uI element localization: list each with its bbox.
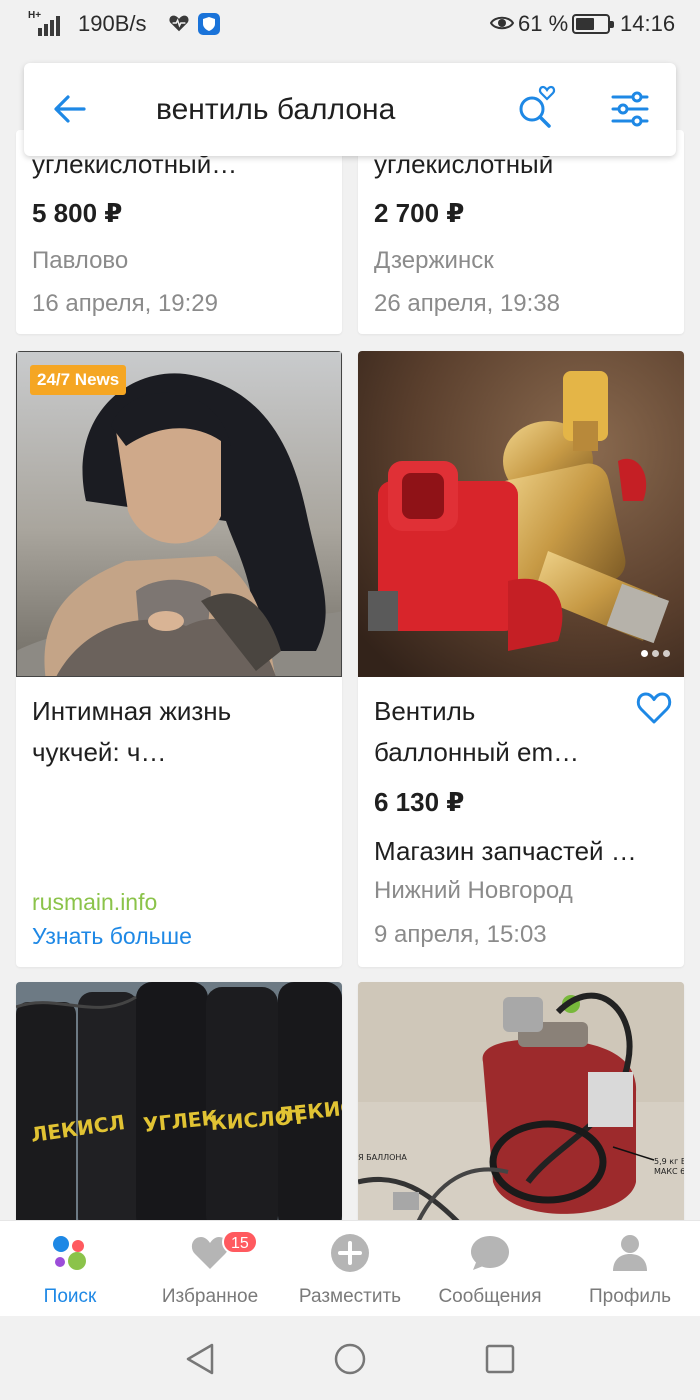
ad-domain: rusmain.info xyxy=(32,889,158,915)
search-input[interactable]: вентиль баллона xyxy=(156,93,395,127)
nav-search[interactable]: Поиск xyxy=(0,1221,140,1317)
listing-price: 6 130 ₽ xyxy=(374,787,465,817)
listing-date: 26 апреля, 19:38 xyxy=(374,290,560,317)
listing-date: 9 апреля, 15:03 xyxy=(374,921,547,948)
favorite-heart-icon[interactable] xyxy=(636,691,672,725)
listing-photo: Я БАЛЛОНА 5,9 кг Б МАКС 6 xyxy=(358,982,684,1232)
listing-photo: ЛЕКИСЛ УГЛЕК КИСЛОТ ЛЕКИСЛ xyxy=(16,982,342,1232)
back-arrow-icon[interactable] xyxy=(52,91,88,127)
battery-percent: 61 % xyxy=(518,11,569,36)
nav-messages[interactable]: Сообщения xyxy=(420,1221,560,1317)
ad-title-line2: чукчей: ч… xyxy=(32,737,167,767)
ad-photo xyxy=(16,351,342,677)
listing-seller: Магазин запчастей … xyxy=(374,836,637,866)
listing-title-line2: баллонный em… xyxy=(374,737,580,767)
save-search-icon[interactable] xyxy=(516,85,556,129)
battery-icon xyxy=(572,14,614,34)
system-home-icon[interactable] xyxy=(332,1341,368,1377)
listing-title-line1: Вентиль xyxy=(374,696,476,726)
svg-text:МАКС 6: МАКС 6 xyxy=(654,1167,684,1176)
listing-location: Нижний Новгород xyxy=(374,877,573,904)
network-speed: 190B/s xyxy=(78,11,147,36)
eye-icon xyxy=(490,16,514,30)
svg-text:5,9 кг Б: 5,9 кг Б xyxy=(654,1157,684,1166)
listing-price: 2 700 ₽ xyxy=(374,198,465,228)
filters-icon[interactable] xyxy=(610,91,650,127)
plus-circle-icon xyxy=(331,1234,369,1272)
chat-bubble-icon xyxy=(471,1236,509,1270)
status-bar: H+ 190B/s 61 % 14:16 xyxy=(0,0,700,48)
nav-favorites[interactable]: 15 Избранное xyxy=(140,1221,280,1317)
photo-pager xyxy=(637,644,670,662)
listing-location: Дзержинск xyxy=(374,247,494,274)
listing-price: 5 800 ₽ xyxy=(32,198,123,228)
health-heart-icon xyxy=(169,15,189,32)
listing-card[interactable]: ЛЕКИСЛ УГЛЕК КИСЛОТ ЛЕКИСЛ xyxy=(16,982,342,1232)
nav-label: Профиль xyxy=(588,1286,672,1307)
system-back-icon[interactable] xyxy=(182,1341,218,1377)
svg-text:Я БАЛЛОНА: Я БАЛЛОНА xyxy=(358,1153,407,1162)
nav-label: Поиск xyxy=(43,1286,97,1307)
listing-card[interactable]: Вентиль баллонный em… 6 130 ₽ Магазин за… xyxy=(358,351,684,967)
nav-profile[interactable]: Профиль xyxy=(560,1221,700,1317)
clock: 14:16 xyxy=(620,11,676,36)
nav-label: Разместить xyxy=(298,1286,402,1307)
listing-card[interactable]: углекислотный 2 700 ₽ Дзержинск 26 апрел… xyxy=(358,130,684,334)
signal-icon: H+ xyxy=(28,10,62,36)
listing-card[interactable]: углекислотный… 5 800 ₽ Павлово 16 апреля… xyxy=(16,130,342,334)
profile-icon xyxy=(613,1235,647,1271)
nav-label: Сообщения xyxy=(438,1286,542,1307)
ad-card[interactable]: 24/7 News Интимная жизнь чукчей: ч… rusm… xyxy=(16,351,342,967)
nav-post-ad[interactable]: Разместить xyxy=(280,1221,420,1317)
listing-location: Павлово xyxy=(32,247,129,274)
search-bar: вентиль баллона xyxy=(24,63,676,156)
system-navigation-bar xyxy=(0,1316,700,1400)
ad-title-line1: Интимная жизнь xyxy=(32,696,232,726)
bottom-navigation: Поиск 15 Избранное Разместить Сообщения … xyxy=(0,1220,700,1316)
listing-photo xyxy=(358,351,684,677)
listing-card[interactable]: Я БАЛЛОНА 5,9 кг Б МАКС 6 xyxy=(358,982,684,1232)
system-recents-icon[interactable] xyxy=(482,1341,518,1377)
nav-label: Избранное xyxy=(161,1286,259,1307)
listing-date: 16 апреля, 19:29 xyxy=(32,290,218,317)
learn-more-link[interactable]: Узнать больше xyxy=(32,923,192,950)
favorites-count-badge: 15 xyxy=(222,1230,258,1254)
network-type: H+ xyxy=(28,10,42,21)
shield-icon xyxy=(198,13,220,35)
search-dots-icon xyxy=(53,1236,86,1270)
ad-source-badge: 24/7 News xyxy=(30,365,127,395)
